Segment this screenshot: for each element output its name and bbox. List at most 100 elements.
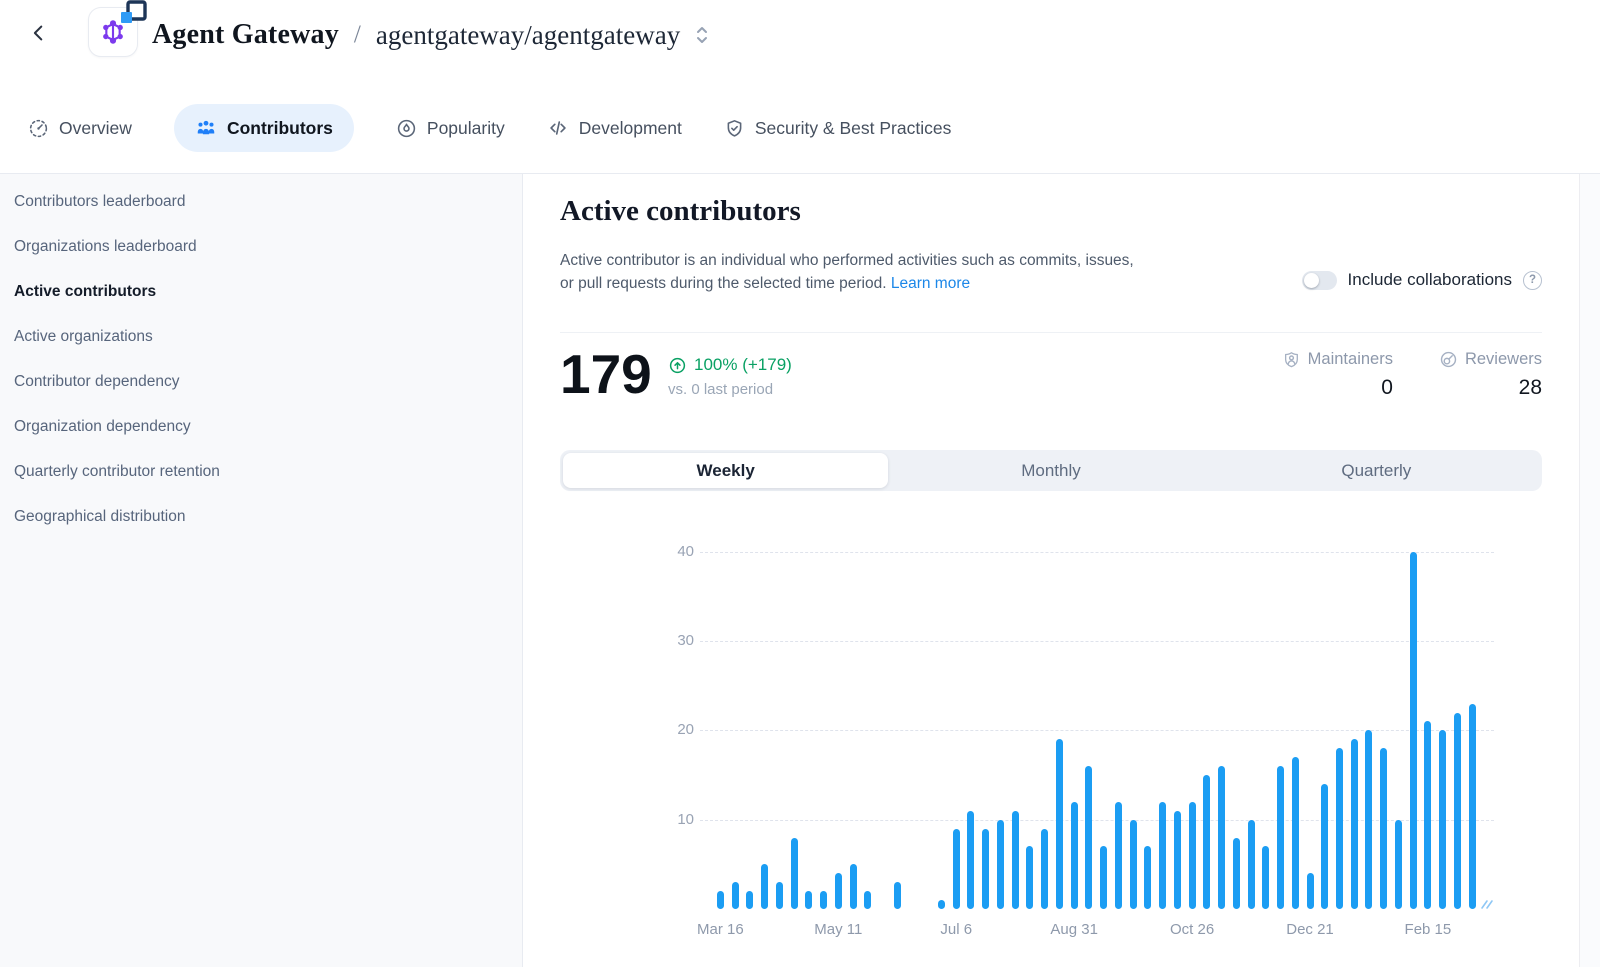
- chart-bar[interactable]: [761, 864, 768, 909]
- chart-bar[interactable]: [967, 811, 974, 909]
- chart-bar[interactable]: [1203, 775, 1210, 909]
- chart-bar[interactable]: [1071, 802, 1078, 909]
- chart-bar[interactable]: [1159, 802, 1166, 909]
- back-button[interactable]: [24, 18, 54, 48]
- chart-bar[interactable]: [732, 882, 739, 909]
- chart-bar[interactable]: [717, 891, 724, 909]
- chart-bar[interactable]: [835, 873, 842, 909]
- chart-bar[interactable]: [864, 891, 871, 909]
- chart-bar[interactable]: [1424, 721, 1431, 909]
- sidebar-item-quarterly-contributor-retention[interactable]: Quarterly contributor retention: [0, 449, 522, 494]
- section-description: Active contributor is an individual who …: [560, 249, 1250, 295]
- x-axis-label: Jul 6: [911, 921, 1001, 938]
- chart-bar[interactable]: [1410, 552, 1417, 909]
- chart-bar[interactable]: [1026, 846, 1033, 909]
- reviewers-value: 28: [1519, 376, 1542, 400]
- chart-bar[interactable]: [1130, 820, 1137, 909]
- chart-bar[interactable]: [1041, 829, 1048, 909]
- chart-bar[interactable]: [791, 838, 798, 909]
- chart-bar[interactable]: [1321, 784, 1328, 909]
- chart-bar[interactable]: [1469, 704, 1476, 909]
- change-percent: 100% (+179): [694, 355, 792, 375]
- chart-bar[interactable]: [776, 882, 783, 909]
- breadcrumb-separator: /: [354, 21, 361, 49]
- chart-bar[interactable]: [1292, 757, 1299, 909]
- main-panel: Active contributors Active contributor i…: [523, 174, 1579, 967]
- tab-contributors[interactable]: Contributors: [174, 104, 354, 152]
- chart-bar[interactable]: [1454, 713, 1461, 909]
- chart-bar[interactable]: [850, 864, 857, 909]
- chart-bar[interactable]: [1277, 766, 1284, 909]
- period-tab-monthly[interactable]: Monthly: [888, 453, 1213, 488]
- chart-bar[interactable]: [1012, 811, 1019, 909]
- chart-bar[interactable]: [1056, 739, 1063, 909]
- sidebar-item-contributors-leaderboard[interactable]: Contributors leaderboard: [0, 179, 522, 224]
- chart-bar[interactable]: [1085, 766, 1092, 909]
- reviewer-icon: [1439, 350, 1458, 369]
- tab-development[interactable]: Development: [547, 104, 682, 152]
- help-icon[interactable]: ?: [1523, 271, 1542, 290]
- arrow-up-circle-icon: [668, 356, 687, 375]
- chart-bar[interactable]: [1144, 846, 1151, 909]
- sidebar-item-active-contributors[interactable]: Active contributors: [0, 269, 522, 314]
- chart-bar[interactable]: [1115, 802, 1122, 909]
- active-contributors-chart: 10203040Mar 16May 11Jul 6Aug 31Oct 26Dec…: [560, 505, 1542, 955]
- repo-logo: [88, 7, 138, 57]
- chart-bar[interactable]: [997, 820, 1004, 909]
- chart-bar[interactable]: [1174, 811, 1181, 909]
- chart-bar[interactable]: [953, 829, 960, 909]
- sidebar-item-geographical-distribution[interactable]: Geographical distribution: [0, 494, 522, 539]
- y-axis-label: 20: [634, 721, 694, 738]
- chart-bar[interactable]: [1218, 766, 1225, 909]
- include-collaborations-toggle[interactable]: [1302, 271, 1337, 290]
- chart-bar[interactable]: [938, 900, 945, 909]
- chart-bar[interactable]: [982, 829, 989, 909]
- tab-label: Contributors: [227, 118, 333, 139]
- chart-bar[interactable]: [1248, 820, 1255, 909]
- chart-bar[interactable]: [746, 891, 753, 909]
- period-tab-weekly[interactable]: Weekly: [563, 453, 888, 488]
- chart-bar[interactable]: [1189, 802, 1196, 909]
- x-axis-label: Aug 31: [1029, 921, 1119, 938]
- repo-nav-tabs: Overview Contributors Popularity Develop…: [28, 103, 951, 153]
- sidebar-item-contributor-dependency[interactable]: Contributor dependency: [0, 359, 522, 404]
- chart-bar[interactable]: [1262, 846, 1269, 909]
- chart-bar[interactable]: [894, 882, 901, 909]
- section-title: Active contributors: [560, 195, 801, 228]
- period-tab-quarterly[interactable]: Quarterly: [1214, 453, 1539, 488]
- maintainers-stat: Maintainers 0: [1282, 350, 1393, 400]
- sidebar-item-organization-dependency[interactable]: Organization dependency: [0, 404, 522, 449]
- reviewers-label: Reviewers: [1465, 350, 1542, 369]
- people-icon: [195, 117, 217, 139]
- x-axis-label: Dec 21: [1265, 921, 1355, 938]
- chart-bar[interactable]: [1351, 739, 1358, 909]
- x-axis-label: Mar 16: [675, 921, 765, 938]
- chart-bar[interactable]: [1395, 820, 1402, 909]
- chart-bar[interactable]: [1233, 838, 1240, 909]
- chart-bar[interactable]: [1365, 730, 1372, 909]
- tab-popularity[interactable]: Popularity: [396, 104, 505, 152]
- repo-badge-icon: [117, 0, 149, 31]
- chart-bar[interactable]: [1100, 846, 1107, 909]
- tab-security[interactable]: Security & Best Practices: [724, 104, 951, 152]
- chart-bar[interactable]: [805, 891, 812, 909]
- chevron-up-down-icon: [693, 23, 711, 47]
- chart-bar[interactable]: [820, 891, 827, 909]
- chart-bar[interactable]: [1307, 873, 1314, 909]
- maintainers-value: 0: [1381, 376, 1393, 400]
- change-stats: 100% (+179) vs. 0 last period: [668, 355, 792, 398]
- learn-more-link[interactable]: Learn more: [891, 275, 970, 292]
- scrollbar[interactable]: [1579, 174, 1600, 967]
- toggle-label: Include collaborations: [1348, 270, 1512, 290]
- sidebar-item-organizations-leaderboard[interactable]: Organizations leaderboard: [0, 224, 522, 269]
- sidebar-item-active-organizations[interactable]: Active organizations: [0, 314, 522, 359]
- chart-bar[interactable]: [1336, 748, 1343, 909]
- chart-bar[interactable]: [1380, 748, 1387, 909]
- tab-overview[interactable]: Overview: [28, 104, 132, 152]
- repo-name: agentgateway/agentgateway: [376, 20, 680, 51]
- chart-bar[interactable]: [1439, 730, 1446, 909]
- flame-icon: [396, 118, 417, 139]
- breadcrumb: Agent Gateway / agentgateway/agentgatewa…: [152, 14, 711, 56]
- analytics-sidebar: Contributors leaderboard Organizations l…: [0, 174, 523, 967]
- repo-selector-button[interactable]: [693, 23, 711, 47]
